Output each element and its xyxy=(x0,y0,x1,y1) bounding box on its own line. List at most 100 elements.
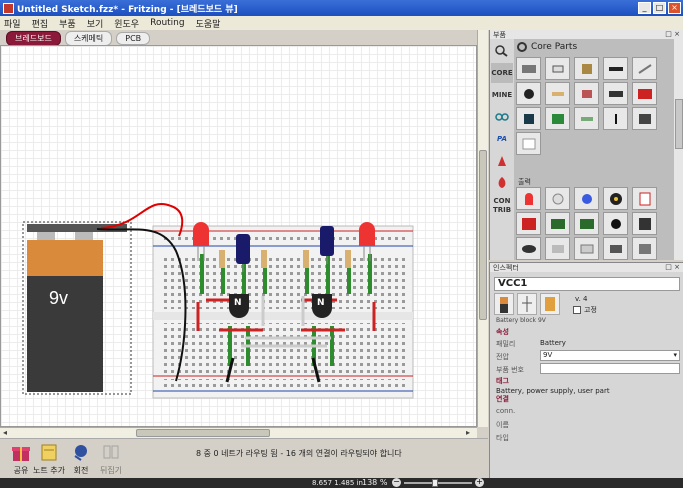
part-icon xyxy=(551,113,564,124)
part-thumb[interactable] xyxy=(516,132,541,155)
chevron-down-icon: ▾ xyxy=(673,351,677,359)
bin-pa[interactable]: PA xyxy=(491,129,513,149)
note-icon xyxy=(41,444,57,461)
part-thumb[interactable] xyxy=(574,187,599,210)
tab-schematic[interactable]: 스케메틱 xyxy=(64,30,113,46)
part-thumb[interactable] xyxy=(545,187,570,210)
menu-file[interactable]: 파일 xyxy=(4,17,21,30)
part-thumb[interactable] xyxy=(574,82,599,105)
part-thumb[interactable] xyxy=(603,82,628,105)
property-part-number: 부품 번호 xyxy=(490,363,683,375)
part-icon xyxy=(521,244,536,253)
zoom-in-button[interactable]: + xyxy=(475,478,484,487)
parts-panel-window-controls[interactable]: □ × xyxy=(665,30,680,38)
bin-sparkfun[interactable] xyxy=(491,151,513,171)
battery-icon xyxy=(500,297,508,313)
output-section-label: 출력 xyxy=(518,178,531,186)
menu-window[interactable]: 윈도우 xyxy=(114,17,139,30)
part-thumb[interactable] xyxy=(574,57,599,80)
connections-heading: 연결 xyxy=(496,395,509,403)
parts-bin-tabs: CORE MINE PA CON TRIB xyxy=(490,39,514,260)
transistor-right-label: N xyxy=(317,298,325,308)
part-thumb[interactable] xyxy=(632,187,657,210)
part-thumb[interactable] xyxy=(574,107,599,130)
part-icon xyxy=(638,243,651,254)
part-thumb[interactable] xyxy=(516,82,541,105)
part-thumb[interactable] xyxy=(545,107,570,130)
close-button[interactable]: × xyxy=(668,2,681,14)
part-thumb[interactable] xyxy=(516,187,541,210)
bin-mine[interactable]: MINE xyxy=(491,85,513,105)
canvas-horizontal-scrollbar[interactable]: ◂ ▸ xyxy=(0,427,477,438)
part-thumb[interactable] xyxy=(545,212,570,235)
part-thumb[interactable] xyxy=(632,237,657,260)
part-icon xyxy=(581,193,592,204)
parts-scrollbar[interactable] xyxy=(674,39,683,260)
battery-9v[interactable]: 9v xyxy=(22,221,132,395)
view-tabs: 브레드보드 스케메틱 PCB xyxy=(0,30,488,46)
lock-checkbox-box[interactable] xyxy=(573,306,581,314)
transistor-right[interactable]: N xyxy=(312,294,332,318)
part-thumb[interactable] xyxy=(516,237,541,260)
horizontal-scroll-thumb[interactable] xyxy=(136,429,270,437)
part-number-input[interactable] xyxy=(540,363,680,374)
minimize-button[interactable]: _ xyxy=(638,2,651,14)
part-icon xyxy=(608,90,623,97)
scroll-left-arrow-icon[interactable]: ◂ xyxy=(3,428,7,437)
tab-pcb[interactable]: PCB xyxy=(116,31,151,45)
transistor-left[interactable]: N xyxy=(229,294,249,318)
lock-part-checkbox[interactable]: 고정 xyxy=(573,305,597,315)
zoom-slider-handle[interactable] xyxy=(432,479,438,487)
part-thumb[interactable] xyxy=(603,237,628,260)
canvas-vertical-scrollbar[interactable] xyxy=(477,30,488,427)
part-icon xyxy=(581,89,592,98)
part-thumb[interactable] xyxy=(603,57,628,80)
seeed-icon xyxy=(498,177,506,188)
bin-core[interactable]: CORE xyxy=(491,63,513,83)
bin-contrib[interactable]: CON TRIB xyxy=(491,195,513,215)
part-thumb[interactable] xyxy=(603,107,628,130)
part-thumb[interactable] xyxy=(632,107,657,130)
menu-part[interactable]: 부품 xyxy=(59,17,76,30)
zoom-out-button[interactable]: − xyxy=(392,478,401,487)
search-bin-tab[interactable] xyxy=(491,41,513,61)
bin-arduino[interactable] xyxy=(491,107,513,127)
circuit-drawing: 9v N N xyxy=(22,203,414,399)
arduino-icon xyxy=(495,113,509,121)
part-thumb[interactable] xyxy=(603,187,628,210)
menu-view[interactable]: 보기 xyxy=(87,17,104,30)
search-icon xyxy=(495,45,508,57)
breadboard-canvas[interactable]: 9v N N xyxy=(0,45,477,427)
part-thumb[interactable] xyxy=(632,82,657,105)
part-thumb[interactable] xyxy=(632,57,657,80)
flip-icon xyxy=(103,445,119,459)
part-instance-title[interactable]: VCC1 xyxy=(494,277,680,291)
part-thumb[interactable] xyxy=(632,212,657,235)
voltage-select[interactable]: 9V ▾ xyxy=(540,350,680,361)
part-thumb[interactable] xyxy=(516,57,541,80)
part-thumb[interactable] xyxy=(545,57,570,80)
scroll-right-arrow-icon[interactable]: ▸ xyxy=(466,428,470,437)
menu-edit[interactable]: 편집 xyxy=(32,17,49,30)
part-thumb[interactable] xyxy=(574,237,599,260)
parts-scroll-thumb[interactable] xyxy=(675,99,683,149)
vertical-scroll-thumb[interactable] xyxy=(479,150,487,320)
menu-help[interactable]: 도움말 xyxy=(196,17,221,30)
part-thumb[interactable] xyxy=(545,82,570,105)
zoom-slider[interactable] xyxy=(404,482,472,484)
part-thumb[interactable] xyxy=(516,107,541,130)
tab-breadboard[interactable]: 브레드보드 xyxy=(6,30,61,46)
fritzing-app-icon xyxy=(3,2,14,14)
inspector-header: 인스펙터 □ × xyxy=(490,263,683,272)
inspector-window-controls[interactable]: □ × xyxy=(665,263,680,271)
menu-routing[interactable]: Routing xyxy=(150,18,185,28)
flip-button[interactable]: 뒤집기 xyxy=(90,442,132,476)
part-thumb[interactable] xyxy=(574,212,599,235)
bin-seeed[interactable] xyxy=(491,173,513,193)
maximize-button[interactable]: □ xyxy=(653,2,666,14)
part-thumb[interactable] xyxy=(603,212,628,235)
property-family: 패밀리 Battery xyxy=(490,337,683,349)
status-bar: 8.657 1.485 in 138 % − + xyxy=(0,478,683,488)
part-thumb[interactable] xyxy=(545,237,570,260)
part-thumb[interactable] xyxy=(516,212,541,235)
